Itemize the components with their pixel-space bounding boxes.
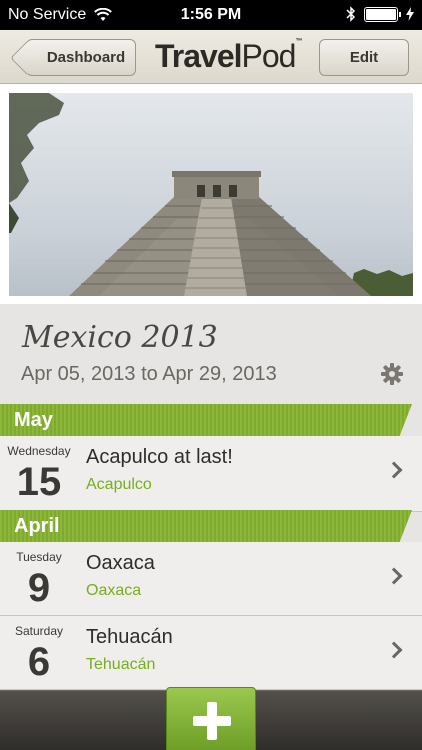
entry-row[interactable]: Saturday 6 Tehuacán Tehuacán xyxy=(0,616,422,690)
entry-day-number: 9 xyxy=(27,566,51,610)
plus-icon-vertical xyxy=(207,702,217,740)
chevron-right-icon xyxy=(385,567,403,585)
entry-row[interactable]: Tuesday 9 Oaxaca Oaxaca xyxy=(0,542,422,616)
entry-location: Oaxaca xyxy=(86,582,142,599)
logo-trademark: ™ xyxy=(295,38,302,45)
entry-title: Tehuacán xyxy=(86,626,173,648)
pyramid-photo-illustration xyxy=(9,93,413,296)
entry-day-number: 15 xyxy=(16,460,62,504)
logo-pod: Pod xyxy=(241,38,297,74)
back-button-label: Dashboard xyxy=(46,49,126,66)
edit-button[interactable]: Edit xyxy=(319,39,409,76)
entry-weekday: Tuesday xyxy=(16,550,62,564)
cover-photo[interactable] xyxy=(9,93,413,296)
month-header-april: April xyxy=(0,510,412,542)
status-right xyxy=(346,6,414,22)
status-bar: No Service 1:56 PM xyxy=(0,0,422,30)
entry-title: Acapulco at last! xyxy=(86,446,233,468)
trip-dates: Apr 05, 2013 to Apr 29, 2013 xyxy=(21,363,277,385)
entry-row[interactable]: Wednesday 15 Acapulco at last! Acapulco xyxy=(0,436,422,512)
navigation-bar: Dashboard TravelPod™ Edit xyxy=(0,30,422,84)
add-entry-button[interactable] xyxy=(166,687,256,750)
cover-photo-frame xyxy=(0,84,422,304)
bluetooth-icon xyxy=(346,6,356,22)
entry-location: Acapulco xyxy=(86,476,152,493)
entry-location: Tehuacán xyxy=(86,656,156,673)
entry-day-number: 6 xyxy=(27,640,51,684)
dashboard-back-button[interactable]: Dashboard xyxy=(26,39,136,76)
entry-title: Oaxaca xyxy=(86,552,155,574)
logo-travel: Travel xyxy=(155,38,243,74)
chevron-right-icon xyxy=(385,641,403,659)
entry-weekday: Wednesday xyxy=(7,444,71,458)
chevron-right-icon xyxy=(385,461,403,479)
bottom-toolbar xyxy=(0,687,422,750)
entry-weekday: Saturday xyxy=(14,624,64,638)
charging-icon xyxy=(406,7,414,21)
battery-icon xyxy=(364,6,401,22)
app-logo: TravelPod™ xyxy=(155,38,302,75)
gear-icon[interactable] xyxy=(380,362,404,386)
battery-fill xyxy=(366,8,396,20)
month-header-may: May xyxy=(0,404,412,436)
trip-title: Mexico 2013 xyxy=(22,320,218,355)
